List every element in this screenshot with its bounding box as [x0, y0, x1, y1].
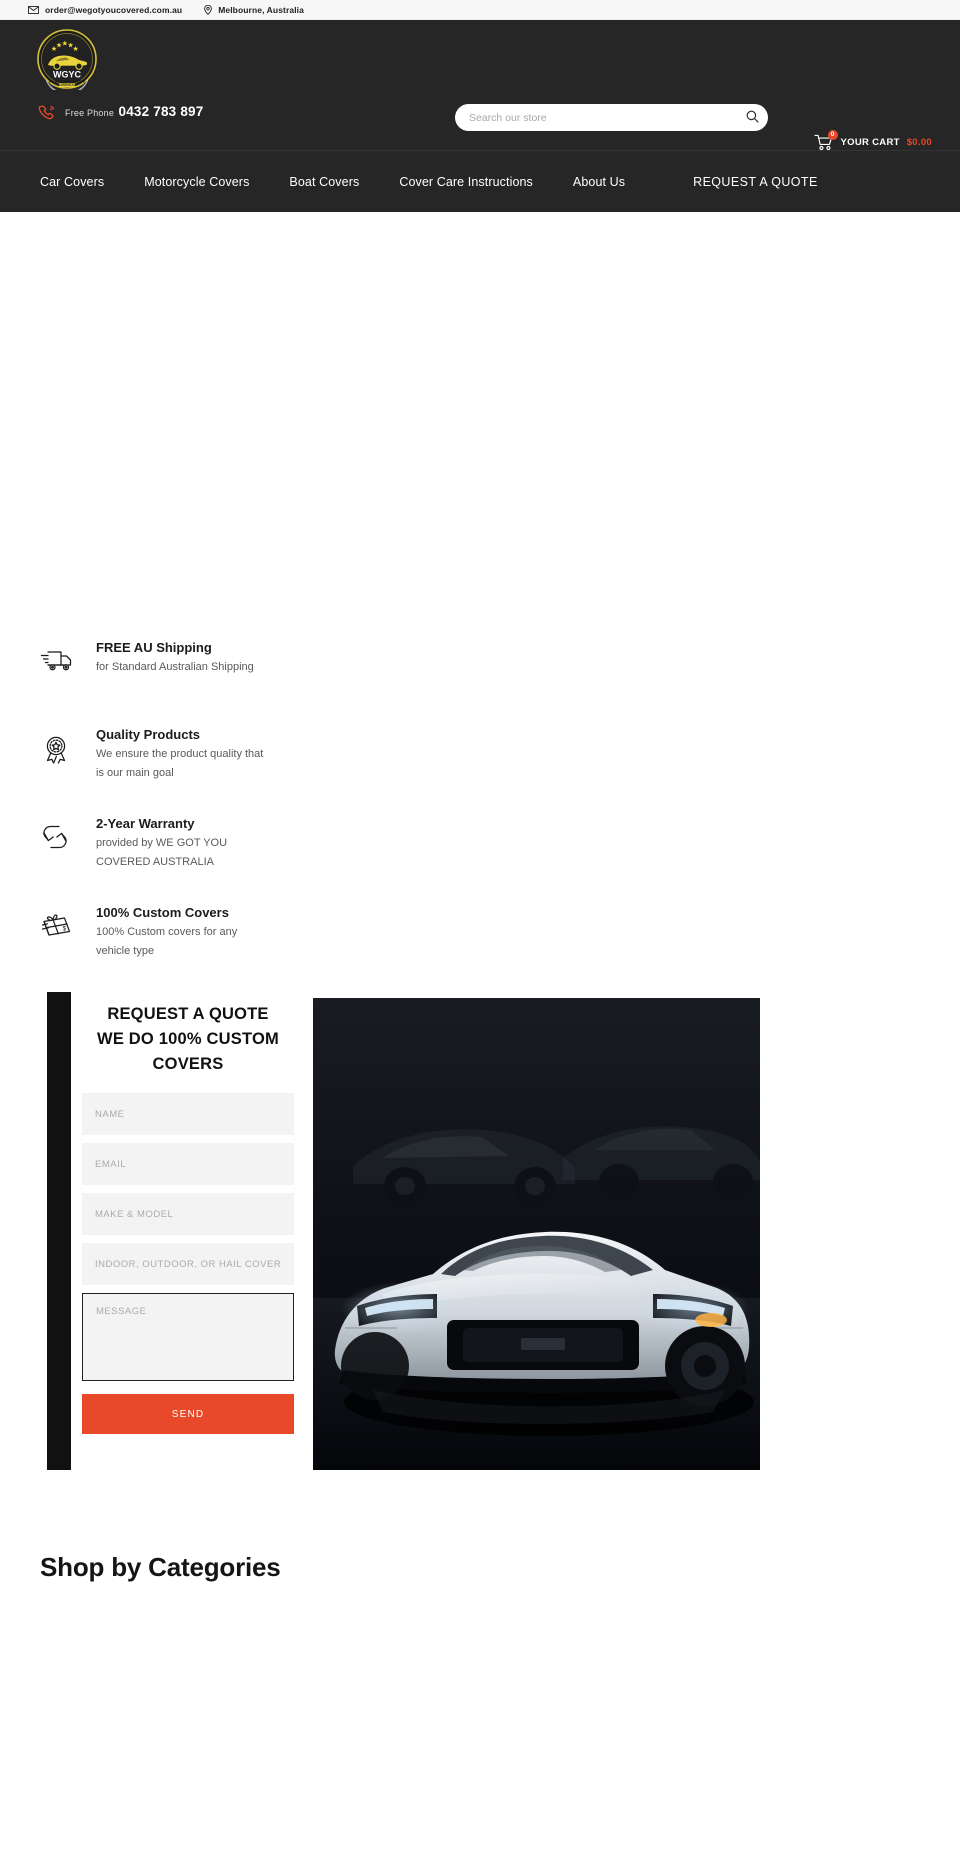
quote-heading: REQUEST A QUOTE WE DO 100% CUSTOM COVERS — [82, 1002, 294, 1077]
exchange-arrows-icon — [40, 814, 80, 852]
site-logo[interactable]: WGYC WE GOT YOU COVERED AUSTRALIA — [36, 28, 98, 90]
features-section: FREE AU Shipping for Standard Australian… — [0, 630, 960, 961]
feature-desc: for Standard Australian Shipping — [96, 661, 254, 673]
feature-custom-covers: $ 100% Custom Covers 100% Custom covers … — [40, 903, 960, 961]
cart-count-badge: 0 — [827, 130, 838, 140]
search-input[interactable] — [455, 104, 736, 131]
feature-desc: 100% Custom covers for any vehicle type — [96, 926, 238, 957]
map-pin-icon — [204, 4, 213, 15]
quote-make-model-input[interactable] — [82, 1193, 294, 1235]
feature-title: FREE AU Shipping — [96, 640, 212, 655]
quote-name-input[interactable] — [82, 1093, 294, 1135]
sports-car-photo — [313, 998, 760, 1470]
logo-country: AUSTRALIA — [59, 83, 75, 87]
feature-desc: provided by WE GOT YOU COVERED AUSTRALIA — [96, 837, 228, 868]
cart-icon: 0 — [813, 130, 838, 151]
site-header: WGYC WE GOT YOU COVERED AUSTRALIA Free P… — [0, 20, 960, 151]
quote-message-textarea[interactable] — [82, 1293, 294, 1381]
quote-heading-line3: COVERS — [152, 1055, 224, 1073]
decorative-bar — [47, 992, 71, 1470]
quote-photo — [313, 998, 760, 1470]
topbar-location-text: Melbourne, Australia — [218, 4, 304, 15]
topbar-location: Melbourne, Australia — [204, 4, 304, 15]
feature-quality-products: Quality Products We ensure the product q… — [40, 725, 960, 783]
quote-send-button[interactable]: SEND — [82, 1394, 294, 1434]
header-phone[interactable]: Free Phone 0432 783 897 — [36, 102, 203, 122]
award-ribbon-icon — [40, 725, 80, 765]
delivery-truck-icon — [40, 638, 80, 674]
main-navigation: Car Covers Motorcycle Covers Boat Covers… — [0, 150, 960, 212]
nav-item-car-covers[interactable]: Car Covers — [40, 175, 104, 189]
gift-box-icon: $ — [40, 903, 80, 941]
search-icon — [746, 110, 759, 126]
nav-item-cover-care-instructions[interactable]: Cover Care Instructions — [399, 175, 533, 189]
hero-slider-area — [0, 212, 960, 630]
cart-total: $0.00 — [906, 137, 932, 148]
feature-desc: We ensure the product quality that is ou… — [96, 748, 264, 779]
request-quote-section: REQUEST A QUOTE WE DO 100% CUSTOM COVERS… — [0, 992, 960, 1490]
logo-initials: WGYC — [53, 70, 81, 80]
search-submit-button[interactable] — [736, 104, 768, 131]
envelope-icon — [28, 5, 39, 14]
nav-item-boat-covers[interactable]: Boat Covers — [289, 175, 359, 189]
shop-categories-section: Shop by Categories — [0, 1490, 960, 1583]
quote-form: REQUEST A QUOTE WE DO 100% CUSTOM COVERS… — [82, 1002, 294, 1434]
quote-cover-type-input[interactable] — [82, 1243, 294, 1285]
quote-heading-line1: REQUEST A QUOTE — [107, 1005, 269, 1023]
feature-free-shipping: FREE AU Shipping for Standard Australian… — [40, 638, 960, 694]
search-bar[interactable] — [455, 104, 768, 131]
topbar-email-text: order@wegotyoucovered.com.au — [45, 4, 183, 15]
feature-title: Quality Products — [96, 727, 201, 742]
quote-email-input[interactable] — [82, 1143, 294, 1185]
topbar-email[interactable]: order@wegotyoucovered.com.au — [28, 5, 182, 15]
phone-icon — [36, 102, 56, 122]
nav-item-about-us[interactable]: About Us — [573, 175, 625, 189]
nav-item-motorcycle-covers[interactable]: Motorcycle Covers — [144, 175, 249, 189]
feature-title: 100% Custom Covers — [96, 905, 229, 920]
feature-warranty: 2-Year Warranty provided by WE GOT YOU C… — [40, 814, 960, 872]
svg-text:$: $ — [63, 926, 67, 933]
nav-item-request-a-quote[interactable]: REQUEST A QUOTE — [693, 175, 818, 189]
quote-heading-line2: WE DO 100% CUSTOM — [97, 1030, 279, 1048]
cart-label: YOUR CART — [840, 137, 900, 148]
topbar: order@wegotyoucovered.com.au Melbourne, … — [0, 0, 960, 20]
phone-label: Free Phone — [65, 108, 115, 118]
phone-number: 0432 783 897 — [118, 104, 204, 119]
cart-widget[interactable]: 0 YOUR CART $0.00 — [813, 130, 932, 151]
feature-title: 2-Year Warranty — [96, 816, 195, 831]
shop-categories-title: Shop by Categories — [40, 1552, 281, 1582]
